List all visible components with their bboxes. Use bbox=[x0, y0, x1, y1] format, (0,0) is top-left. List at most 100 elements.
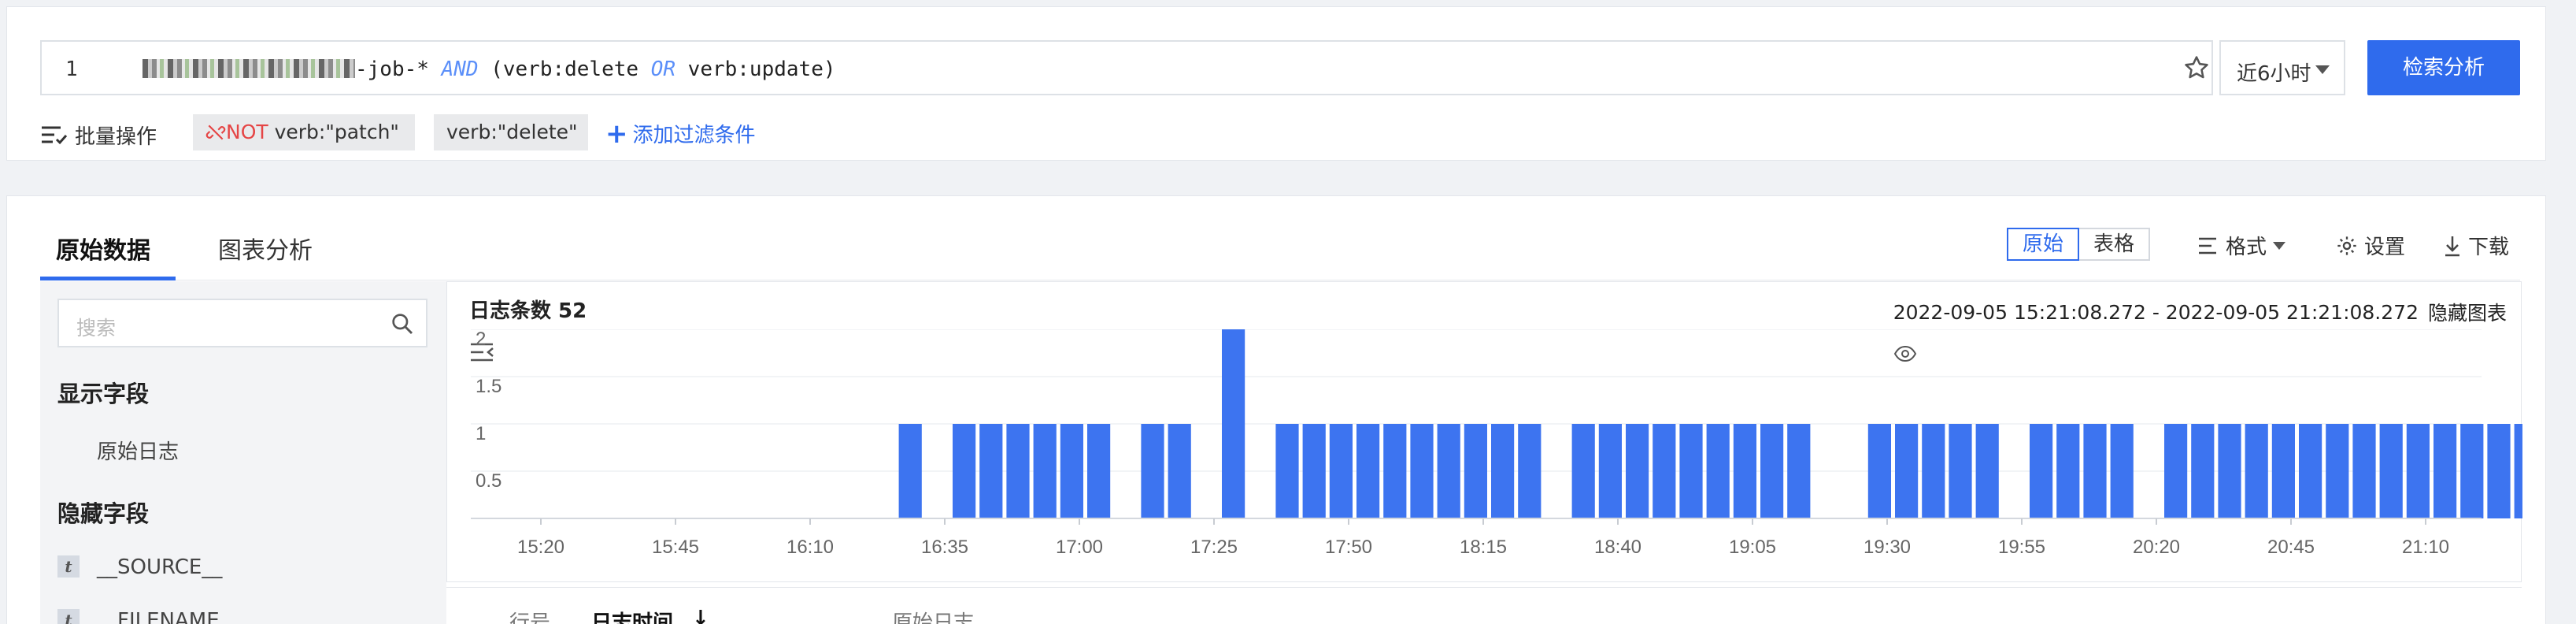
x-tick-label: 17:00 bbox=[1056, 537, 1103, 558]
histogram-bar[interactable] bbox=[2083, 424, 2107, 518]
histogram-bar[interactable] bbox=[1302, 424, 1326, 518]
text-type-icon: t bbox=[57, 555, 80, 578]
log-table-header: 行号 日志时间 ↓ 原始日志 bbox=[446, 587, 2522, 624]
download-button[interactable]: 下载 bbox=[2443, 231, 2509, 260]
histogram-bar[interactable] bbox=[2056, 424, 2080, 518]
histogram-bar[interactable] bbox=[1706, 424, 1730, 518]
gear-icon bbox=[2337, 236, 2356, 255]
histogram-bar[interactable] bbox=[2218, 424, 2241, 518]
histogram-bar[interactable] bbox=[898, 424, 922, 518]
histogram-time-range: 2022-09-05 15:21:08.272 - 2022-09-05 21:… bbox=[1893, 300, 2419, 324]
field-search-input[interactable]: 搜索 bbox=[57, 299, 427, 347]
histogram-bar[interactable] bbox=[1760, 424, 1784, 518]
histogram-bar[interactable] bbox=[2487, 424, 2511, 518]
histogram-bar[interactable] bbox=[1087, 424, 1111, 518]
x-tick-label: 17:25 bbox=[1190, 537, 1238, 558]
column-log-time[interactable]: 日志时间 bbox=[591, 607, 673, 624]
histogram-bar[interactable] bbox=[1571, 424, 1595, 518]
histogram-bar[interactable] bbox=[2434, 424, 2457, 518]
y-tick-label: 0.5 bbox=[476, 470, 502, 492]
log-count: 日志条数 52 bbox=[469, 299, 587, 323]
settings-button[interactable]: 设置 bbox=[2336, 231, 2405, 260]
histogram-bar[interactable] bbox=[2271, 424, 2295, 518]
text-type-icon: t bbox=[57, 609, 80, 624]
histogram-bar[interactable] bbox=[1168, 424, 1191, 518]
histogram-bar[interactable] bbox=[1975, 424, 1999, 518]
histogram-bar[interactable] bbox=[979, 424, 1003, 518]
tab-raw-data[interactable]: 原始数据 bbox=[56, 231, 150, 266]
histogram-bar[interactable] bbox=[1329, 424, 1353, 518]
x-tick-label: 16:10 bbox=[786, 537, 834, 558]
active-tab-indicator bbox=[40, 277, 176, 280]
histogram-bar[interactable] bbox=[1626, 424, 1649, 518]
checklist-icon bbox=[42, 126, 68, 144]
histogram-bar[interactable] bbox=[2030, 424, 2053, 518]
column-raw-log: 原始日志 bbox=[892, 611, 975, 624]
histogram-bar[interactable] bbox=[1006, 424, 1030, 518]
tab-chart-analysis[interactable]: 图表分析 bbox=[218, 231, 313, 266]
histogram-bar[interactable] bbox=[1275, 424, 1299, 518]
histogram-bar[interactable] bbox=[1383, 424, 1407, 518]
search-analyze-button[interactable]: 检索分析 bbox=[2367, 40, 2520, 95]
histogram-bar[interactable] bbox=[1033, 424, 1057, 518]
histogram-bar[interactable] bbox=[1653, 424, 1676, 518]
histogram-bar[interactable] bbox=[1410, 424, 1434, 518]
histogram-chart[interactable]: 2 1.5 1 0.5 15:20 15:45 16:10 16:35 17:00 17:25 17… bbox=[447, 329, 2522, 580]
search-icon bbox=[392, 314, 413, 335]
favorite-star-icon[interactable] bbox=[2183, 54, 2210, 81]
histogram-bar[interactable] bbox=[1733, 424, 1756, 518]
sort-down-icon[interactable]: ↓ bbox=[692, 607, 709, 624]
histogram-bar[interactable] bbox=[1491, 424, 1515, 518]
query-text[interactable]: -job-* AND (verb:delete OR verb:update) bbox=[142, 58, 836, 81]
x-tick-label: 15:20 bbox=[517, 537, 564, 558]
and-keyword: AND bbox=[441, 58, 479, 81]
histogram-bar[interactable] bbox=[1060, 424, 1083, 518]
view-toggle: 原始 表格 bbox=[2007, 228, 2151, 261]
histogram-bar[interactable] bbox=[1356, 424, 1380, 518]
add-filter-link[interactable]: + 添加过滤条件 bbox=[605, 119, 756, 148]
field-item-filename[interactable]: __FILENAME__ bbox=[97, 609, 240, 624]
histogram-bar[interactable] bbox=[1949, 424, 1972, 518]
histogram-bar[interactable] bbox=[1598, 424, 1622, 518]
histogram-bar[interactable] bbox=[2379, 424, 2403, 518]
format-menu[interactable]: 格式 bbox=[2197, 231, 2286, 260]
histogram-bar[interactable] bbox=[2191, 424, 2215, 518]
query-editor[interactable]: 1 -job-* AND (verb:delete OR verb:update… bbox=[40, 40, 2213, 95]
histogram-bar[interactable] bbox=[1437, 424, 1460, 518]
y-tick-label: 2 bbox=[476, 329, 486, 350]
histogram-bar[interactable] bbox=[2352, 424, 2376, 518]
histogram-bar[interactable] bbox=[2299, 424, 2322, 518]
hide-chart-button[interactable]: 隐藏图表 bbox=[2428, 298, 2507, 326]
filter-chip-delete[interactable]: verb:"delete" bbox=[434, 114, 588, 150]
histogram-bar[interactable] bbox=[2406, 424, 2430, 518]
histogram-bar[interactable] bbox=[1518, 424, 1542, 518]
field-sidebar: 搜索 显示字段 原始日志 隐藏字段 t __SOURCE__ t __FILEN… bbox=[40, 281, 446, 624]
line-number: 1 bbox=[65, 58, 78, 81]
view-raw-button[interactable]: 原始 bbox=[2007, 228, 2080, 261]
histogram-bar[interactable] bbox=[1787, 424, 1811, 518]
histogram-bar[interactable] bbox=[953, 424, 976, 518]
view-table-button[interactable]: 表格 bbox=[2079, 228, 2151, 261]
histogram-bar[interactable] bbox=[1679, 424, 1703, 518]
histogram-bar[interactable] bbox=[2326, 424, 2349, 518]
histogram-bar[interactable] bbox=[2164, 424, 2188, 518]
histogram-bar[interactable] bbox=[1867, 424, 1891, 518]
histogram-bar[interactable] bbox=[2460, 424, 2484, 518]
histogram-bar[interactable] bbox=[2110, 424, 2134, 518]
histogram-bar[interactable] bbox=[1895, 424, 1919, 518]
time-range-select[interactable]: 近6小时 bbox=[2219, 40, 2345, 95]
bulk-operation-button[interactable]: 批量操作 bbox=[40, 121, 157, 150]
x-tick-label: 20:45 bbox=[2267, 537, 2315, 558]
field-item-raw-log[interactable]: 原始日志 bbox=[97, 436, 179, 465]
or-keyword: OR bbox=[650, 58, 676, 81]
field-item-source[interactable]: __SOURCE__ bbox=[97, 555, 222, 579]
plus-icon: + bbox=[605, 117, 628, 150]
histogram-bar[interactable] bbox=[1464, 424, 1487, 518]
filter-chip-not-patch[interactable]: NOT verb:"patch" bbox=[193, 114, 415, 150]
histogram-bar[interactable] bbox=[2514, 424, 2522, 518]
format-lines-icon bbox=[2199, 237, 2216, 254]
histogram-bar[interactable] bbox=[1222, 329, 1245, 518]
histogram-bar[interactable] bbox=[1141, 424, 1164, 518]
histogram-bar[interactable] bbox=[2245, 424, 2268, 518]
histogram-bar[interactable] bbox=[1922, 424, 1945, 518]
